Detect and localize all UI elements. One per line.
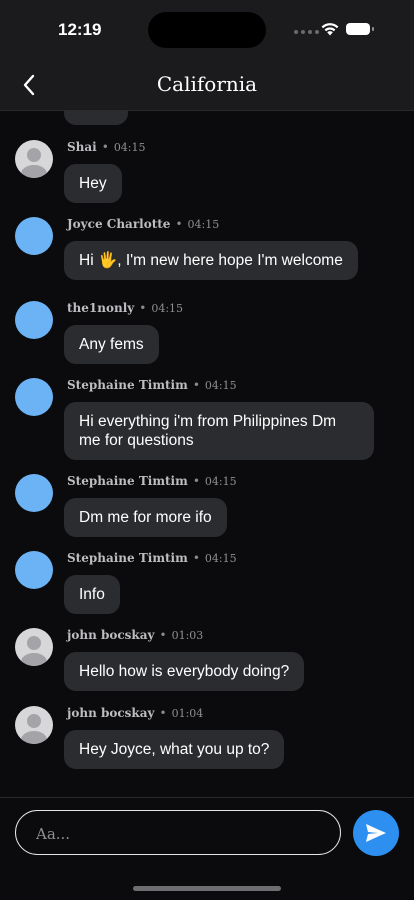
sender-name[interactable]: john bocskay — [67, 628, 155, 642]
message-bubble[interactable]: Hi 🖐, I'm new here hope I'm welcome — [64, 241, 358, 280]
default-avatar-icon — [21, 636, 47, 666]
message-bubble[interactable]: Any fems — [64, 325, 159, 364]
sender-name[interactable]: Stephaine Timtim — [67, 378, 188, 392]
default-avatar-icon — [21, 714, 47, 744]
message-meta: Stephaine Timtim • 04:15 — [67, 378, 237, 392]
dynamic-island — [148, 12, 266, 48]
status-time: 12:19 — [58, 20, 102, 39]
nav-bar: California — [0, 60, 414, 111]
message-meta: Joyce Charlotte • 04:15 — [67, 217, 220, 231]
message-input[interactable] — [34, 811, 328, 856]
message-meta: john bocskay • 01:04 — [67, 706, 204, 720]
battery-icon — [346, 23, 374, 35]
wifi-icon — [321, 23, 339, 36]
page-title: California — [156, 72, 258, 96]
message-meta: john bocskay • 01:03 — [67, 628, 204, 642]
message-bubble[interactable]: Hey Joyce, what you up to? — [64, 730, 285, 769]
message-composer — [15, 810, 341, 856]
avatar[interactable] — [15, 551, 53, 589]
message-time: 04:15 — [204, 552, 237, 565]
avatar[interactable] — [15, 378, 53, 416]
cellular-signal-icon — [294, 30, 319, 34]
message-time: 04:15 — [151, 302, 184, 315]
message-time: 01:03 — [171, 629, 204, 642]
status-bar: 12:19 — [0, 0, 414, 60]
sender-name[interactable]: john bocskay — [67, 706, 155, 720]
avatar[interactable] — [15, 301, 53, 339]
sender-name[interactable]: Joyce Charlotte — [67, 217, 170, 231]
message-bubble[interactable]: Hi everything i'm from Philippines Dm me… — [64, 402, 374, 460]
send-button[interactable] — [353, 810, 399, 856]
avatar[interactable] — [15, 140, 53, 178]
sender-name[interactable]: the1nonly — [67, 301, 134, 315]
message-time: 04:15 — [204, 475, 237, 488]
message-meta: Stephaine Timtim • 04:15 — [67, 474, 237, 488]
sender-name[interactable]: Shai — [67, 140, 97, 154]
sender-name[interactable]: Stephaine Timtim — [67, 551, 188, 565]
avatar[interactable] — [15, 628, 53, 666]
message-time: 01:04 — [171, 707, 204, 720]
message-bubble[interactable]: Info — [64, 575, 120, 614]
composer-divider — [0, 797, 414, 798]
message-time: 04:15 — [187, 218, 220, 231]
message-bubble[interactable]: Hey — [64, 164, 122, 203]
avatar[interactable] — [15, 474, 53, 512]
message-bubble[interactable]: Hello how is everybody doing? — [64, 652, 305, 691]
message-time: 04:15 — [204, 379, 237, 392]
sender-name[interactable]: Stephaine Timtim — [67, 474, 188, 488]
message-meta: the1nonly • 04:15 — [67, 301, 184, 315]
message-bubble[interactable]: Dm me for more ifo — [64, 498, 227, 537]
message-list[interactable]: Shai • 04:15 Hey Joyce Charlotte • 04:15 Hi … — [0, 111, 414, 797]
home-indicator — [133, 886, 281, 891]
message-time: 04:15 — [113, 141, 146, 154]
message-meta: Stephaine Timtim • 04:15 — [67, 551, 237, 565]
send-icon — [366, 824, 386, 842]
avatar[interactable] — [15, 217, 53, 255]
avatar[interactable] — [15, 706, 53, 744]
message-meta: Shai • 04:15 — [67, 140, 146, 154]
default-avatar-icon — [21, 148, 47, 178]
partial-message-bubble — [64, 111, 128, 125]
